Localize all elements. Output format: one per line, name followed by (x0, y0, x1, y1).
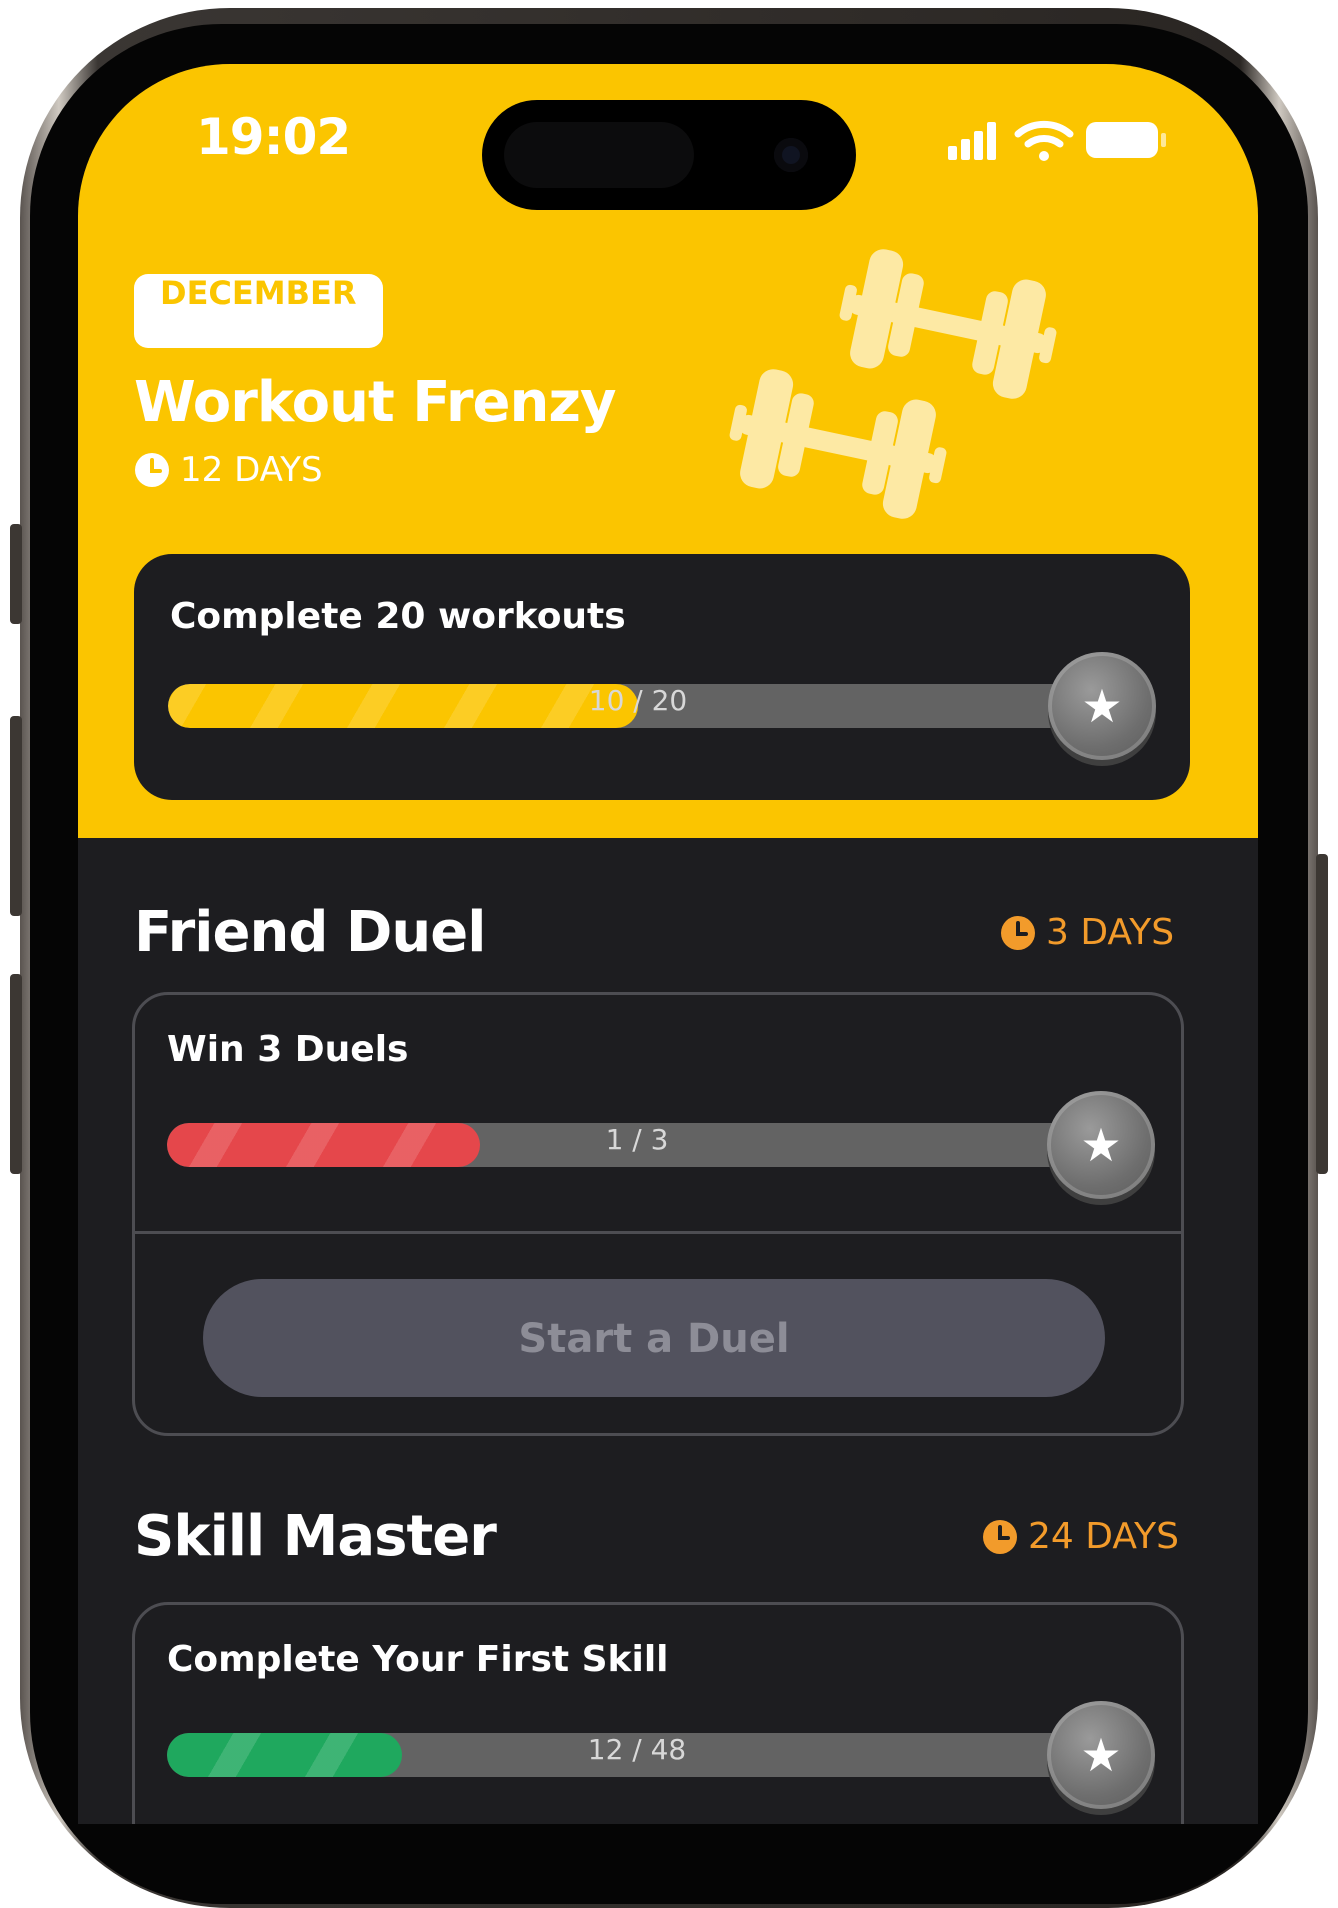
skill-master-time-left: 24 DAYS (982, 1516, 1179, 1557)
monthly-goal-card[interactable]: Complete 20 workouts 10 / 20 ★ (134, 554, 1190, 800)
friend-duel-title: Friend Duel (134, 900, 486, 965)
goal-progress-label: 10 / 20 (588, 684, 688, 717)
dynamic-island (482, 100, 856, 210)
status-time: 19:02 (196, 108, 351, 166)
dumbbell-icon (729, 249, 1057, 519)
friend-duel-progress-label: 1 / 3 (605, 1123, 669, 1156)
skill-master-time-text: 24 DAYS (1028, 1516, 1180, 1557)
star-icon: ★ (1048, 652, 1156, 760)
friend-duel-goal-title: Win 3 Duels (167, 1029, 409, 1070)
skill-master-progress-bar: 12 / 48 (167, 1733, 1107, 1777)
friend-duel-time-left: 3 DAYS (1000, 912, 1174, 953)
friend-duel-progress-bar: 1 / 3 (167, 1123, 1107, 1167)
challenge-time-left: 12 DAYS (134, 450, 323, 490)
goal-progress-bar: 10 / 20 (168, 684, 1108, 728)
card-divider (135, 1231, 1181, 1234)
island-sensor (504, 122, 694, 188)
skill-master-progress-label: 12 / 48 (587, 1733, 687, 1766)
skill-master-goal-title: Complete Your First Skill (167, 1639, 669, 1680)
hero-header: 19:02 DECEMBER Workout Frenzy 12 DAYS Co… (78, 64, 1258, 838)
clock-icon (135, 453, 169, 487)
challenge-title: Workout Frenzy (134, 370, 616, 435)
front-camera (774, 138, 808, 172)
clock-icon (983, 1519, 1017, 1554)
skill-master-title: Skill Master (134, 1504, 497, 1569)
goal-title: Complete 20 workouts (170, 596, 626, 637)
signal-icon (948, 122, 996, 160)
volume-up-button (10, 716, 22, 916)
friend-duel-time-text: 3 DAYS (1046, 912, 1175, 953)
friend-duel-card: Win 3 Duels 1 / 3 ★ Start a Duel (132, 992, 1184, 1436)
app-screen: 19:02 DECEMBER Workout Frenzy 12 DAYS Co… (78, 64, 1258, 1824)
battery-icon (1086, 122, 1166, 158)
clock-icon (1001, 915, 1035, 950)
volume-down-button (10, 974, 22, 1174)
start-duel-button[interactable]: Start a Duel (203, 1279, 1105, 1397)
wifi-icon (1014, 120, 1074, 161)
star-icon: ★ (1047, 1701, 1155, 1809)
power-button (1316, 854, 1328, 1174)
status-icons (948, 120, 1166, 161)
month-badge: DECEMBER (134, 274, 383, 348)
skill-master-card: Complete Your First Skill 12 / 48 ★ (132, 1602, 1184, 1824)
challenge-time-text: 12 DAYS (180, 450, 323, 490)
mute-switch (10, 524, 22, 624)
star-icon: ★ (1047, 1091, 1155, 1199)
